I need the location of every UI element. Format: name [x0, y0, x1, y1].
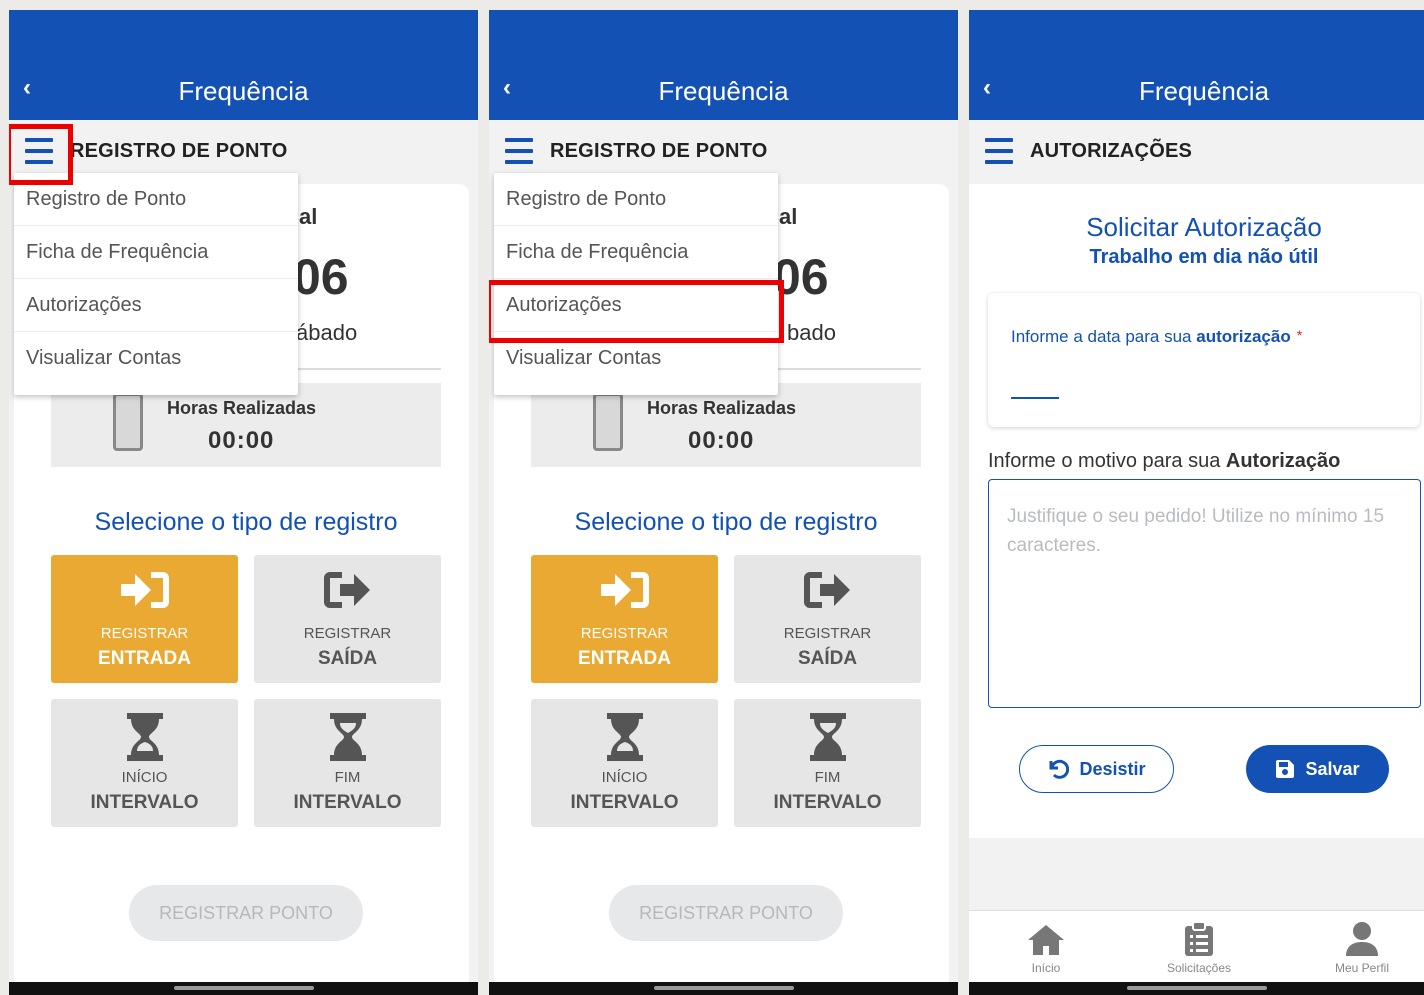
save-label: Salvar: [1305, 758, 1360, 779]
hours-panel: Horas Realizadas 00:00: [531, 383, 921, 467]
button-line-2: INTERVALO: [773, 792, 882, 813]
hours-value: 00:00: [688, 427, 755, 454]
menu-item-registro[interactable]: Registro de Ponto: [494, 173, 778, 226]
clipboard-list-icon: [1144, 919, 1254, 957]
bottom-navigation: Início Solicitações Meu Perfil: [969, 910, 1424, 982]
register-exit-button[interactable]: REGISTRAR SAÍDA: [734, 555, 921, 683]
button-line-1: INÍCIO: [121, 769, 168, 786]
system-home-bar: [489, 982, 958, 995]
hourglass-end-icon: [734, 713, 921, 761]
reason-textarea[interactable]: Justifique o seu pedido! Utilize no míni…: [988, 479, 1421, 708]
save-button[interactable]: Salvar: [1246, 745, 1389, 793]
hours-label: Horas Realizadas: [647, 398, 797, 418]
button-line-1: INÍCIO: [601, 769, 648, 786]
sign-in-icon: [51, 569, 238, 613]
hours-panel: Horas Realizadas 00:00: [51, 383, 441, 467]
page-title: Frequência: [658, 76, 789, 106]
app-header: ‹ Frequência: [489, 10, 958, 120]
section-title: REGISTRO DE PONTO: [70, 140, 288, 162]
button-line-2: INTERVALO: [570, 792, 679, 813]
phone-icon: [113, 393, 143, 451]
section-title: AUTORIZAÇÕES: [1030, 140, 1193, 162]
partial-text: al: [779, 204, 798, 229]
reason-label: Informe o motivo para sua Autorização: [988, 450, 1341, 472]
hourglass-start-icon: [531, 713, 718, 761]
button-line-1: REGISTRAR: [580, 625, 669, 642]
break-start-button[interactable]: INÍCIO INTERVALO: [51, 699, 238, 827]
screen-menu-open: ‹ Frequência REGISTRO DE PONTO al 06 ába…: [9, 10, 478, 995]
hourglass-end-icon: [254, 713, 441, 761]
date-day: 06: [293, 249, 349, 305]
button-line-2: INTERVALO: [90, 792, 199, 813]
nav-item-inicio[interactable]: Início: [991, 919, 1101, 975]
save-icon: [1276, 760, 1295, 778]
phone-icon: [593, 393, 623, 451]
form-subtitle: Trabalho em dia não útil: [1089, 246, 1319, 268]
select-type-title: Selecione o tipo de registro: [574, 508, 878, 536]
system-home-bar: [9, 982, 478, 995]
menu-item-autorizacoes[interactable]: Autorizações: [14, 279, 298, 332]
hours-value: 00:00: [208, 427, 275, 454]
register-point-button[interactable]: REGISTRAR PONTO: [609, 885, 843, 941]
break-end-button[interactable]: FIM INTERVALO: [254, 699, 441, 827]
page-title: Frequência: [1138, 76, 1270, 106]
weekday: ábado: [296, 320, 358, 345]
nav-item-solicitacoes[interactable]: Solicitações: [1144, 919, 1254, 975]
page-title: Frequência: [178, 76, 309, 106]
form-title: Solicitar Autorização: [1086, 212, 1322, 242]
button-line-2: ENTRADA: [578, 648, 671, 669]
button-line-2: SAÍDA: [797, 648, 858, 669]
break-end-button[interactable]: FIM INTERVALO: [734, 699, 921, 827]
sign-in-icon: [531, 569, 718, 613]
select-type-title: Selecione o tipo de registro: [94, 508, 398, 536]
menu-item-ficha[interactable]: Ficha de Frequência: [14, 226, 298, 279]
register-entry-button[interactable]: REGISTRAR ENTRADA: [531, 555, 718, 683]
register-point-button[interactable]: REGISTRAR PONTO: [129, 885, 363, 941]
menu-item-ficha[interactable]: Ficha de Frequência: [494, 226, 778, 279]
nav-dropdown-menu: Registro de Ponto Ficha de Frequência Au…: [14, 173, 298, 395]
cancel-button[interactable]: Desistir: [1019, 745, 1174, 793]
hours-label: Horas Realizadas: [167, 398, 317, 418]
undo-icon: [1049, 759, 1070, 779]
register-exit-button[interactable]: REGISTRAR SAÍDA: [254, 555, 441, 683]
sign-out-icon: [734, 569, 921, 613]
app-header: ‹ Frequência: [9, 10, 478, 120]
button-line-2: SAÍDA: [317, 648, 378, 669]
required-mark: *: [1296, 327, 1303, 343]
nav-label: Início: [1031, 961, 1061, 975]
button-line-1: REGISTRAR: [783, 625, 872, 642]
section-title: REGISTRO DE PONTO: [550, 140, 768, 162]
button-line-1: REGISTRAR: [100, 625, 189, 642]
system-home-bar: [969, 982, 1424, 995]
nav-label: Solicitações: [1166, 961, 1232, 975]
home-icon: [991, 919, 1101, 957]
hourglass-start-icon: [51, 713, 238, 761]
button-line-2: ENTRADA: [98, 648, 191, 669]
menu-item-contas[interactable]: Visualizar Contas: [14, 332, 298, 385]
cancel-label: Desistir: [1079, 758, 1146, 779]
highlight-box: [9, 124, 73, 185]
date-field-container[interactable]: Informe a data para sua autorização *: [988, 293, 1420, 427]
button-line-1: REGISTRAR: [303, 625, 392, 642]
date-field-input[interactable]: [1011, 397, 1059, 399]
partial-text: al: [299, 204, 318, 229]
user-icon: [1307, 919, 1417, 957]
section-bar: AUTORIZAÇÕES: [969, 120, 1424, 184]
nav-item-perfil[interactable]: Meu Perfil: [1307, 919, 1417, 975]
button-line-1: FIM: [334, 769, 361, 786]
highlight-box: [489, 280, 784, 343]
button-line-2: INTERVALO: [293, 792, 402, 813]
sign-out-icon: [254, 569, 441, 613]
app-header: ‹ Frequência: [969, 10, 1424, 120]
date-field-label: Informe a data para sua autorização *: [1011, 327, 1303, 346]
break-start-button[interactable]: INÍCIO INTERVALO: [531, 699, 718, 827]
screen-authorizations: ‹ Frequência AUTORIZAÇÕES Solicitar Auto…: [969, 10, 1424, 995]
nav-label: Meu Perfil: [1334, 961, 1390, 975]
hamburger-menu-icon[interactable]: [985, 138, 1013, 164]
weekday: bado: [787, 320, 836, 345]
hamburger-menu-icon[interactable]: [505, 138, 533, 164]
screen-menu-selection: ‹ Frequência REGISTRO DE PONTO al 06 bad…: [489, 10, 958, 995]
register-entry-button[interactable]: REGISTRAR ENTRADA: [51, 555, 238, 683]
button-line-1: FIM: [814, 769, 841, 786]
